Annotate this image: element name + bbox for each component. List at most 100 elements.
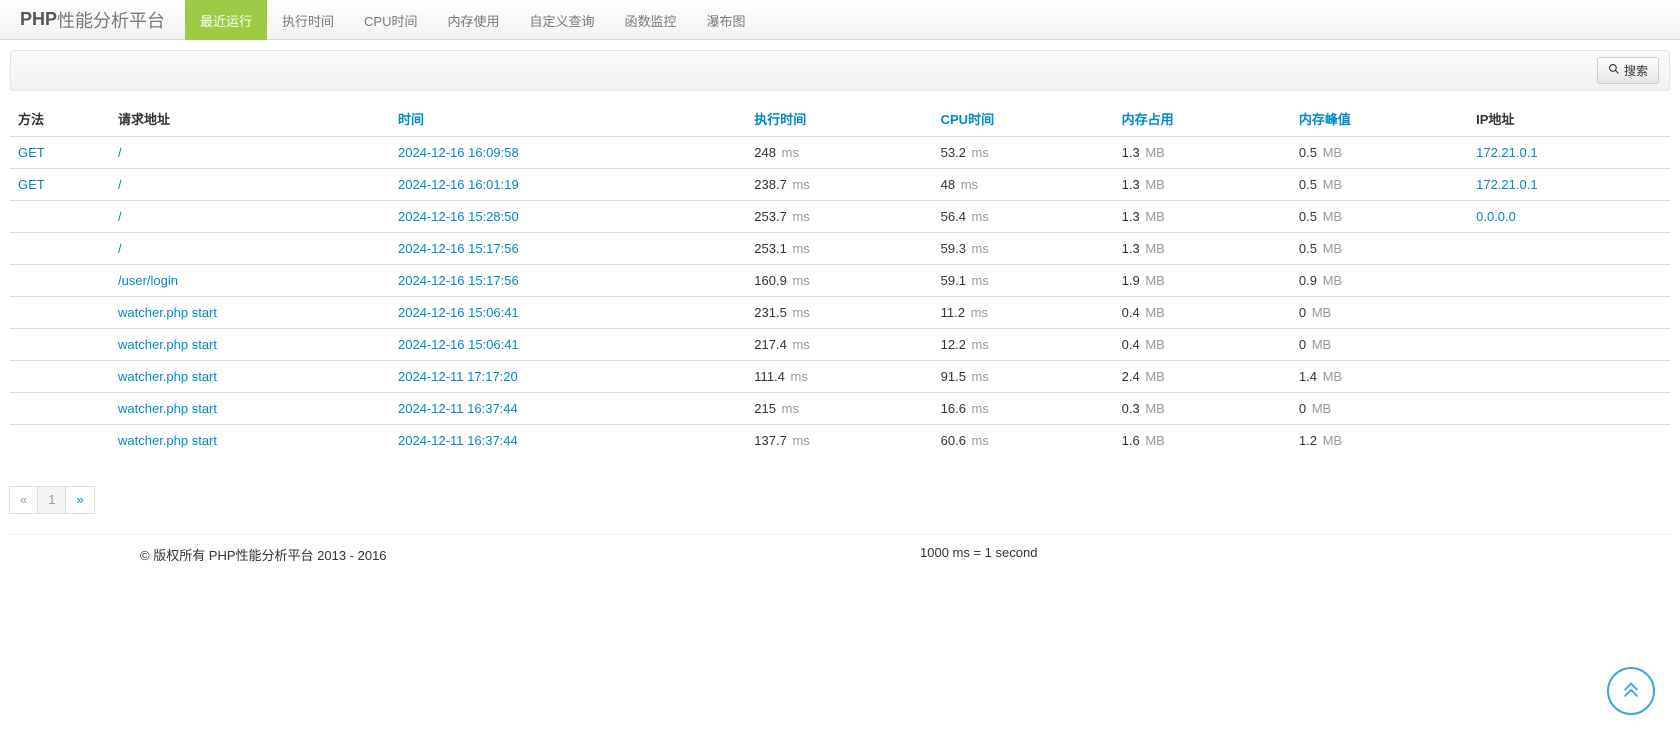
nav-item-link[interactable]: 瀑布图 [692,0,761,40]
footer: © 版权所有 PHP性能分析平台 2013 - 2016 1000 ms = 1… [0,545,1680,584]
toolbar: 搜索 [10,50,1670,91]
cell-method-link[interactable]: GET [18,177,45,192]
nav-item[interactable]: CPU时间 [349,0,432,39]
cell-pmu: 0.9 MB [1291,265,1468,297]
cell-method [10,201,110,233]
cell-cpu: 59.1 ms [933,265,1114,297]
search-button-label: 搜索 [1624,62,1648,79]
cell-method [10,425,110,457]
cell-wt: 160.9 ms [746,265,932,297]
nav-item[interactable]: 内存使用 [433,0,515,39]
cell-cpu: 91.5 ms [933,361,1114,393]
cell-time: 2024-12-16 15:06:41 [390,329,746,361]
cell-pmu: 0 MB [1291,393,1468,425]
cell-cpu: 59.3 ms [933,233,1114,265]
nav-item-link[interactable]: 最近运行 [185,0,267,40]
cell-mu: 0.3 MB [1114,393,1291,425]
table-row: watcher.php start 2024-12-11 16:37:44 137.… [10,425,1670,457]
cell-url: / [110,169,390,201]
cell-ip-link[interactable]: 172.21.0.1 [1476,177,1537,192]
page-item[interactable]: » [66,486,94,514]
nav-item[interactable]: 自定义查询 [515,0,610,39]
cell-time-link[interactable]: 2024-12-16 16:01:19 [398,177,519,192]
cell-method [10,329,110,361]
cell-pmu: 0.5 MB [1291,169,1468,201]
col-pmu-sort[interactable]: 内存峰值 [1299,112,1351,127]
table-row: GET/2024-12-16 16:01:19238.7 ms48 ms1.3 … [10,169,1670,201]
cell-wt: 231.5 ms [746,297,932,329]
brand[interactable]: PHP性能分析平台 [0,0,185,39]
cell-mu: 2.4 MB [1114,361,1291,393]
cell-method: GET [10,169,110,201]
nav-item[interactable]: 最近运行 [185,0,267,39]
table-row: /2024-12-16 15:28:50253.7 ms56.4 ms1.3 M… [10,201,1670,233]
cell-time: 2024-12-11 16:37:44 [390,393,746,425]
page-item[interactable]: 1 [38,486,66,514]
cell-ip-link[interactable]: 0.0.0.0 [1476,209,1516,224]
cell-wt: 111.4 ms [746,361,932,393]
cell-time-link[interactable]: 2024-12-11 17:17:20 [398,369,518,384]
cell-time-link[interactable]: 2024-12-16 15:28:50 [398,209,519,224]
cell-cpu: 12.2 ms [933,329,1114,361]
cell-time-link[interactable]: 2024-12-16 15:17:56 [398,241,519,256]
nav-item[interactable]: 执行时间 [267,0,349,39]
cell-url-link[interactable]: watcher.php start [118,433,217,448]
col-time-sort[interactable]: 时间 [398,112,424,127]
table-row: watcher.php start 2024-12-11 16:37:44 215 … [10,393,1670,425]
scroll-top-button[interactable] [1607,667,1655,715]
table-row: watcher.php start2024-12-16 15:06:41217.… [10,329,1670,361]
cell-wt: 215 ms [746,393,932,425]
cell-url-link[interactable]: / [118,177,122,192]
nav-item-link[interactable]: 内存使用 [433,0,515,40]
search-button[interactable]: 搜索 [1597,57,1659,84]
cell-mu: 1.3 MB [1114,233,1291,265]
footer-divider [10,534,1670,535]
pagination: «1» [10,486,1670,514]
cell-wt: 253.1 ms [746,233,932,265]
cell-time-link[interactable]: 2024-12-16 15:17:56 [398,273,519,288]
table-row: watcher.php start 2024-12-16 15:06:41 231.… [10,297,1670,329]
col-mu-sort[interactable]: 内存占用 [1122,112,1174,127]
cell-url-link[interactable]: watcher.php start [118,401,217,416]
cell-pmu: 0.5 MB [1291,233,1468,265]
table-row: watcher.php start 2024-12-11 17:17:20 111.… [10,361,1670,393]
cell-url-link[interactable]: /user/login [118,273,178,288]
cell-ip: 172.21.0.1 [1468,137,1670,169]
page-label: 1 [37,486,66,514]
cell-url-link[interactable]: watcher.php start [118,305,217,320]
cell-url-link[interactable]: / [118,241,122,256]
cell-time-link[interactable]: 2024-12-11 16:37:44 [398,433,518,448]
cell-url-link[interactable]: / [118,209,122,224]
cell-url: watcher.php start [110,425,390,457]
nav-item-link[interactable]: 执行时间 [267,0,349,40]
cell-time-link[interactable]: 2024-12-16 15:06:41 [398,305,519,320]
cell-url-link[interactable]: watcher.php start [118,369,217,384]
cell-wt: 137.7 ms [746,425,932,457]
cell-url-link[interactable]: / [118,145,122,160]
cell-method-link[interactable]: GET [18,145,45,160]
cell-ip [1468,233,1670,265]
col-url: 请求地址 [110,101,390,137]
cell-url-link[interactable]: watcher.php start [118,337,217,352]
nav-item-link[interactable]: 函数监控 [610,0,692,40]
cell-time-link[interactable]: 2024-12-16 15:06:41 [398,337,519,352]
col-wt-sort[interactable]: 执行时间 [754,112,806,127]
cell-time-link[interactable]: 2024-12-11 16:37:44 [398,401,518,416]
nav-item-link[interactable]: CPU时间 [349,0,432,40]
nav-item[interactable]: 函数监控 [610,0,692,39]
cell-pmu: 0 MB [1291,329,1468,361]
cell-ip-link[interactable]: 172.21.0.1 [1476,145,1537,160]
nav-item[interactable]: 瀑布图 [692,0,761,39]
cell-time: 2024-12-16 15:06:41 [390,297,746,329]
cell-time: 2024-12-11 16:37:44 [390,425,746,457]
cell-url: watcher.php start [110,361,390,393]
col-cpu-sort[interactable]: CPU时间 [941,112,994,127]
search-icon [1608,63,1620,78]
cell-url: watcher.php start [110,297,390,329]
page-item[interactable]: « [10,486,38,514]
cell-time-link[interactable]: 2024-12-16 16:09:58 [398,145,519,160]
nav-item-link[interactable]: 自定义查询 [515,0,610,40]
table-header-row: 方法 请求地址 时间 执行时间 CPU时间 内存占用 内存峰值 IP地址 [10,101,1670,137]
cell-cpu: 48 ms [933,169,1114,201]
cell-method [10,297,110,329]
